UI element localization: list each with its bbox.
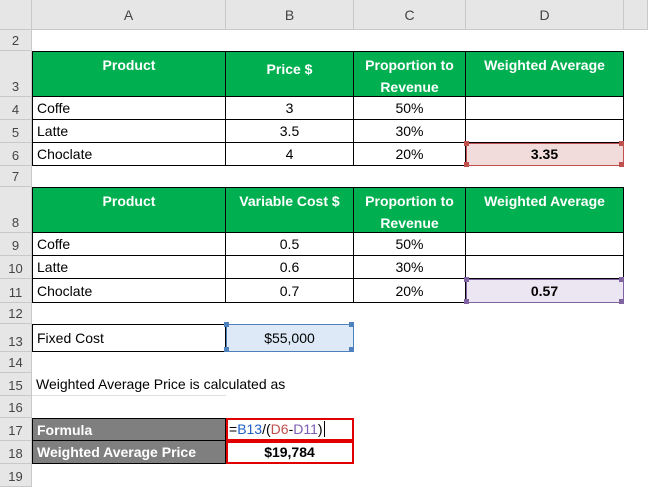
table2-row1-variable-cost[interactable]: 0.5 <box>226 233 354 256</box>
column-header-c[interactable]: C <box>354 0 466 30</box>
table2-header-variable-cost[interactable]: Variable Cost $ <box>226 187 354 233</box>
spreadsheet-grid: A B C D 2 3 4 5 6 7 8 9 10 11 12 13 14 1… <box>0 0 648 487</box>
table1-row1-proportion[interactable]: 50% <box>354 97 466 120</box>
table2-header-product[interactable]: Product <box>32 187 226 233</box>
table1-header-price[interactable]: Price $ <box>226 51 354 97</box>
formula-ref-d11: D11 <box>293 421 318 437</box>
range-handle[interactable] <box>224 347 229 352</box>
formula-close: ) <box>317 421 323 437</box>
table1-row2-weighted[interactable] <box>466 120 624 143</box>
column-header-e[interactable] <box>624 0 648 30</box>
table1-row2-proportion[interactable]: 30% <box>354 120 466 143</box>
result-label[interactable]: Weighted Average Price <box>32 441 226 464</box>
row-header-8[interactable]: 8 <box>0 187 32 233</box>
range-handle[interactable] <box>619 141 624 146</box>
table1-weighted-result-cell[interactable]: 3.35 <box>466 143 624 166</box>
range-handle[interactable] <box>464 277 469 282</box>
range-handle[interactable] <box>619 277 624 282</box>
row-header-10[interactable]: 10 <box>0 256 32 279</box>
explanation-text[interactable]: Weighted Average Price is calculated as <box>32 373 285 396</box>
table2-header-weighted[interactable]: Weighted Average <box>466 187 624 233</box>
table1-row3-product[interactable]: Choclate <box>32 143 226 166</box>
range-handle[interactable] <box>224 322 229 327</box>
result-value[interactable]: $19,784 <box>226 441 354 464</box>
row-header-12[interactable]: 12 <box>0 303 32 324</box>
row-header-5[interactable]: 5 <box>0 120 32 143</box>
table1-header-weighted[interactable]: Weighted Average <box>466 51 624 97</box>
table2-row1-proportion[interactable]: 50% <box>354 233 466 256</box>
row-header-15[interactable]: 15 <box>0 373 32 396</box>
table1-header-proportion[interactable]: Proportion to Revenue <box>354 51 466 97</box>
range-handle[interactable] <box>619 299 624 304</box>
row-header-14[interactable]: 14 <box>0 352 32 373</box>
table1-row3-price[interactable]: 4 <box>226 143 354 166</box>
column-header-b[interactable]: B <box>226 0 354 30</box>
row-header-17[interactable]: 17 <box>0 418 32 441</box>
row-header-11[interactable]: 11 <box>0 279 32 303</box>
table1-header-product[interactable]: Product <box>32 51 226 97</box>
formula-equals: = <box>229 421 238 437</box>
fixed-cost-label[interactable]: Fixed Cost <box>32 324 226 352</box>
range-handle[interactable] <box>349 347 354 352</box>
row-header-4[interactable]: 4 <box>0 97 32 120</box>
table2-row2-proportion[interactable]: 30% <box>354 256 466 279</box>
row-header-19[interactable]: 19 <box>0 464 32 487</box>
range-handle[interactable] <box>464 162 469 167</box>
formula-ref-d6: D6 <box>270 421 289 437</box>
table2-row2-variable-cost[interactable]: 0.6 <box>226 256 354 279</box>
table2-row2-product[interactable]: Latte <box>32 256 226 279</box>
table1-row1-price[interactable]: 3 <box>226 97 354 120</box>
fixed-cost-value[interactable]: $55,000 <box>226 324 354 352</box>
table2-header-proportion[interactable]: Proportion to Revenue <box>354 187 466 233</box>
column-header-d[interactable]: D <box>466 0 624 30</box>
row-header-16[interactable]: 16 <box>0 396 32 418</box>
formula-label[interactable]: Formula <box>32 418 226 441</box>
range-handle[interactable] <box>464 141 469 146</box>
row-header-6[interactable]: 6 <box>0 143 32 166</box>
table2-row3-product[interactable]: Choclate <box>32 279 226 303</box>
table1-row3-proportion[interactable]: 20% <box>354 143 466 166</box>
range-handle[interactable] <box>619 162 624 167</box>
row-header-13[interactable]: 13 <box>0 324 32 352</box>
range-handle[interactable] <box>349 322 354 327</box>
table2-row1-weighted[interactable] <box>466 233 624 256</box>
row-header-9[interactable]: 9 <box>0 233 32 256</box>
table2-row3-variable-cost[interactable]: 0.7 <box>226 279 354 303</box>
table1-row2-product[interactable]: Latte <box>32 120 226 143</box>
table2-row1-product[interactable]: Coffe <box>32 233 226 256</box>
select-all-corner[interactable] <box>0 0 32 30</box>
text-cursor <box>323 421 325 437</box>
table2-row2-weighted[interactable] <box>466 256 624 279</box>
table1-row2-price[interactable]: 3.5 <box>226 120 354 143</box>
row-header-18[interactable]: 18 <box>0 441 32 464</box>
column-header-a[interactable]: A <box>32 0 226 30</box>
table2-row3-proportion[interactable]: 20% <box>354 279 466 303</box>
formula-ref-b13: B13 <box>237 421 263 437</box>
formula-cell[interactable]: = B13/(D6- D11) <box>226 418 354 441</box>
range-handle[interactable] <box>464 299 469 304</box>
row-header-2[interactable]: 2 <box>0 30 32 51</box>
table1-row1-weighted[interactable] <box>466 97 624 120</box>
row-header-7[interactable]: 7 <box>0 166 32 187</box>
row-header-3[interactable]: 3 <box>0 51 32 97</box>
table2-weighted-result-cell[interactable]: 0.57 <box>466 279 624 303</box>
table1-row1-product[interactable]: Coffe <box>32 97 226 120</box>
formula-divide-open: /( <box>262 421 271 437</box>
